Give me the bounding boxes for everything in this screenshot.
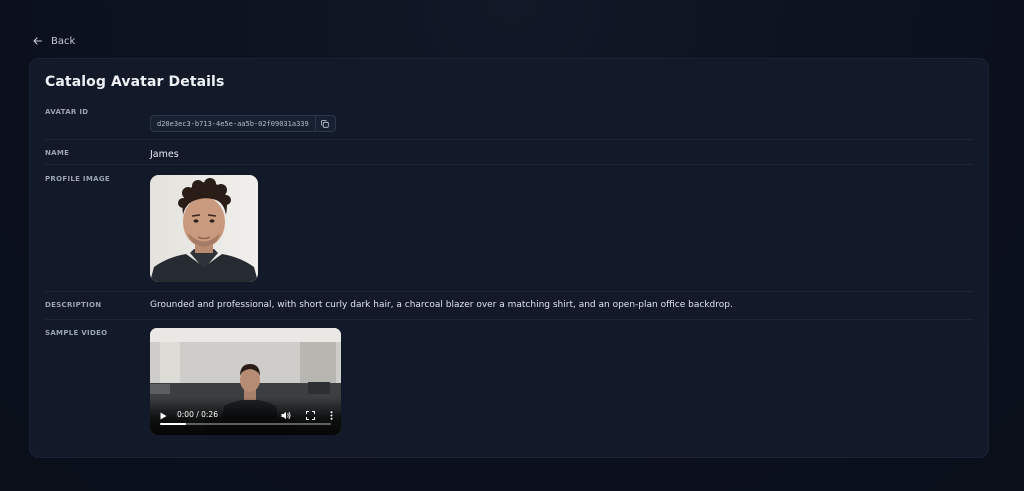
description-value: Grounded and professional, with short cu… — [150, 300, 733, 310]
page-title: Catalog Avatar Details — [45, 74, 225, 90]
sample-video-label: SAMPLE VIDEO — [45, 329, 108, 337]
name-label: NAME — [45, 149, 70, 157]
profile-image-row: PROFILE IMAGE — [45, 166, 973, 292]
avatar-details-card: Catalog Avatar Details AVATAR ID d20e3ec… — [29, 58, 989, 458]
profile-image — [150, 175, 258, 282]
video-time: 0:00 / 0:26 — [177, 409, 218, 419]
video-progress-bar[interactable] — [160, 423, 331, 425]
arrow-left-icon — [33, 36, 43, 47]
avatar-id-value: d20e3ec3-b713-4e5e-aa5b-02f09031a339 — [157, 119, 309, 128]
video-controls: 0:00 / 0:26 — [150, 397, 341, 435]
play-button[interactable] — [160, 405, 167, 424]
volume-button[interactable] — [281, 405, 291, 424]
copy-icon — [321, 119, 329, 128]
back-label: Back — [51, 35, 76, 47]
avatar-id-row: AVATAR ID d20e3ec3-b713-4e5e-aa5b-02f090… — [45, 106, 973, 140]
more-options-button[interactable] — [330, 405, 333, 424]
sample-video-row: SAMPLE VIDEO 0:00 / 0:26 — [45, 321, 973, 446]
description-row: DESCRIPTION Grounded and professional, w… — [45, 293, 973, 320]
more-vertical-icon — [330, 410, 333, 420]
name-value: James — [150, 149, 179, 160]
profile-image-label: PROFILE IMAGE — [45, 175, 110, 183]
fullscreen-icon — [306, 410, 315, 420]
back-link[interactable]: Back — [33, 34, 75, 48]
avatar-id-label: AVATAR ID — [45, 108, 89, 116]
name-row: NAME James — [45, 141, 973, 165]
video-progress-fill — [160, 423, 186, 425]
description-label: DESCRIPTION — [45, 301, 102, 309]
volume-icon — [281, 411, 291, 419]
play-icon — [160, 412, 167, 419]
sample-video-player[interactable]: 0:00 / 0:26 — [150, 328, 341, 435]
avatar-id-chip: d20e3ec3-b713-4e5e-aa5b-02f09031a339 — [150, 115, 336, 132]
fullscreen-button[interactable] — [306, 405, 315, 424]
copy-button[interactable] — [314, 116, 335, 131]
